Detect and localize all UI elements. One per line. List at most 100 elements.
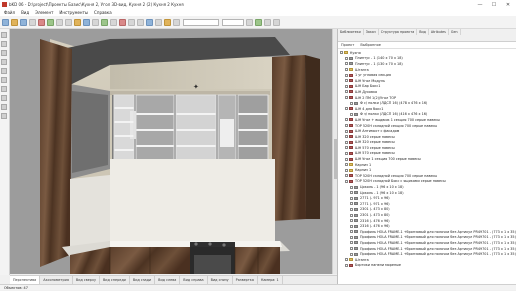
- camera-icon[interactable]: [264, 18, 271, 26]
- tab-order[interactable]: Заказ: [364, 29, 379, 35]
- expand-toggle-icon[interactable]: [350, 247, 353, 251]
- expand-toggle-icon[interactable]: [350, 202, 353, 206]
- close-button[interactable]: ✕: [501, 0, 515, 9]
- paste-icon[interactable]: [74, 18, 81, 26]
- expand-toggle-icon[interactable]: [345, 107, 348, 111]
- maximize-button[interactable]: ☐: [487, 0, 501, 9]
- expand-toggle-icon[interactable]: [350, 230, 353, 234]
- menu-view[interactable]: Вид: [21, 10, 29, 15]
- dimension-tool-icon[interactable]: [1, 77, 7, 83]
- tab-view[interactable]: Вид: [417, 29, 429, 35]
- tree-row[interactable]: Профиль HOLA FRAME-1 +бронзовый для поло…: [338, 240, 516, 246]
- material-icon[interactable]: [164, 18, 171, 26]
- subtab-selected[interactable]: Выбранное: [357, 42, 384, 48]
- menu-file[interactable]: Файл: [4, 10, 15, 15]
- pointer-tool-icon[interactable]: [1, 32, 7, 38]
- tree-row[interactable]: Профиль HOLA FRAME-1 +бронзовый для поло…: [338, 229, 516, 235]
- expand-toggle-icon[interactable]: [345, 73, 348, 77]
- zoom-in-icon[interactable]: [128, 18, 135, 26]
- tab-libraries[interactable]: Библиотеки: [338, 29, 364, 35]
- expand-toggle-icon[interactable]: [345, 56, 348, 60]
- zoom-tool-icon[interactable]: [1, 59, 7, 65]
- tab-project-structure[interactable]: Структура проекта: [379, 29, 418, 35]
- 3d-viewport[interactable]: ✦: [10, 29, 332, 274]
- menu-help[interactable]: Справка: [94, 10, 112, 15]
- tree-row[interactable]: Профиль HOLA FRAME-1 +бронзовый для поло…: [338, 246, 516, 252]
- print-icon[interactable]: [29, 18, 36, 26]
- undo-icon[interactable]: [38, 18, 45, 26]
- expand-toggle-icon[interactable]: [345, 135, 348, 139]
- open-icon[interactable]: [11, 18, 18, 26]
- scale-select[interactable]: [222, 18, 244, 26]
- expand-toggle-icon[interactable]: [350, 191, 353, 195]
- expand-toggle-icon[interactable]: [350, 185, 353, 189]
- pan-tool-icon[interactable]: [1, 41, 7, 47]
- light-icon[interactable]: [255, 18, 262, 26]
- expand-toggle-icon[interactable]: [345, 62, 348, 66]
- expand-toggle-icon[interactable]: [350, 207, 353, 211]
- expand-toggle-icon[interactable]: [350, 112, 353, 116]
- layer-select[interactable]: [183, 18, 219, 26]
- expand-toggle-icon[interactable]: [350, 219, 353, 223]
- tab-attributes[interactable]: Atributes: [429, 29, 449, 35]
- orbit-tool-icon[interactable]: [1, 50, 7, 56]
- expand-toggle-icon[interactable]: [345, 84, 348, 88]
- tree-row[interactable]: Бортики панели мореные: [338, 263, 516, 269]
- expand-toggle-icon[interactable]: [345, 140, 348, 144]
- expand-toggle-icon[interactable]: [345, 151, 348, 155]
- expand-toggle-icon[interactable]: [345, 174, 348, 178]
- expand-toggle-icon[interactable]: [350, 196, 353, 200]
- expand-toggle-icon[interactable]: [345, 263, 348, 267]
- expand-toggle-icon[interactable]: [350, 241, 353, 245]
- expand-toggle-icon[interactable]: [345, 118, 348, 122]
- tree-row-label: Карниз 1: [355, 168, 372, 173]
- zoom-out-icon[interactable]: [137, 18, 144, 26]
- expand-toggle-icon[interactable]: [350, 101, 353, 105]
- tree-row[interactable]: Профиль HOLA FRAME-1 +бронзовый для поло…: [338, 251, 516, 257]
- expand-toggle-icon[interactable]: [340, 51, 343, 55]
- expand-toggle-icon[interactable]: [345, 129, 348, 133]
- delete-icon[interactable]: [119, 18, 126, 26]
- select-icon[interactable]: [83, 18, 90, 26]
- expand-toggle-icon[interactable]: [350, 213, 353, 217]
- expand-toggle-icon[interactable]: [345, 163, 348, 167]
- expand-toggle-icon[interactable]: [345, 179, 348, 183]
- expand-toggle-icon[interactable]: [345, 96, 348, 100]
- tab-gen[interactable]: Gen: [449, 29, 461, 35]
- subtab-project[interactable]: Проект: [338, 42, 357, 48]
- measure-icon[interactable]: [173, 18, 180, 26]
- section-tool-icon[interactable]: [1, 68, 7, 74]
- shelf-tool-icon[interactable]: [1, 113, 7, 119]
- expand-toggle-icon[interactable]: [345, 146, 348, 150]
- door-tool-icon[interactable]: [1, 95, 7, 101]
- redo-icon[interactable]: [47, 18, 54, 26]
- expand-toggle-icon[interactable]: [350, 224, 353, 228]
- expand-toggle-icon[interactable]: [345, 90, 348, 94]
- settings-icon[interactable]: [273, 18, 280, 26]
- grid-icon[interactable]: [155, 18, 162, 26]
- menu-element[interactable]: Элемент: [35, 10, 53, 15]
- mirror-icon[interactable]: [110, 18, 117, 26]
- render-icon[interactable]: [246, 18, 253, 26]
- expand-toggle-icon[interactable]: [350, 252, 353, 256]
- save-icon[interactable]: [20, 18, 27, 26]
- minimize-button[interactable]: —: [473, 0, 487, 9]
- cut-icon[interactable]: [56, 18, 63, 26]
- copy-icon[interactable]: [65, 18, 72, 26]
- rotate-icon[interactable]: [101, 18, 108, 26]
- new-icon[interactable]: [2, 18, 9, 26]
- drawer-tool-icon[interactable]: [1, 104, 7, 110]
- expand-toggle-icon[interactable]: [345, 124, 348, 128]
- tree-row[interactable]: Профиль HOLA FRAME-1 +бронзовый для поло…: [338, 235, 516, 241]
- expand-toggle-icon[interactable]: [345, 68, 348, 72]
- zoom-fit-icon[interactable]: [146, 18, 153, 26]
- expand-toggle-icon[interactable]: [345, 79, 348, 83]
- menu-tools[interactable]: Инструменты: [59, 10, 88, 15]
- expand-toggle-icon[interactable]: [345, 157, 348, 161]
- move-icon[interactable]: [92, 18, 99, 26]
- tree-row-label: Кухня: [350, 50, 361, 55]
- expand-toggle-icon[interactable]: [345, 258, 348, 262]
- expand-toggle-icon[interactable]: [345, 168, 348, 172]
- expand-toggle-icon[interactable]: [350, 235, 353, 239]
- panel-tool-icon[interactable]: [1, 86, 7, 92]
